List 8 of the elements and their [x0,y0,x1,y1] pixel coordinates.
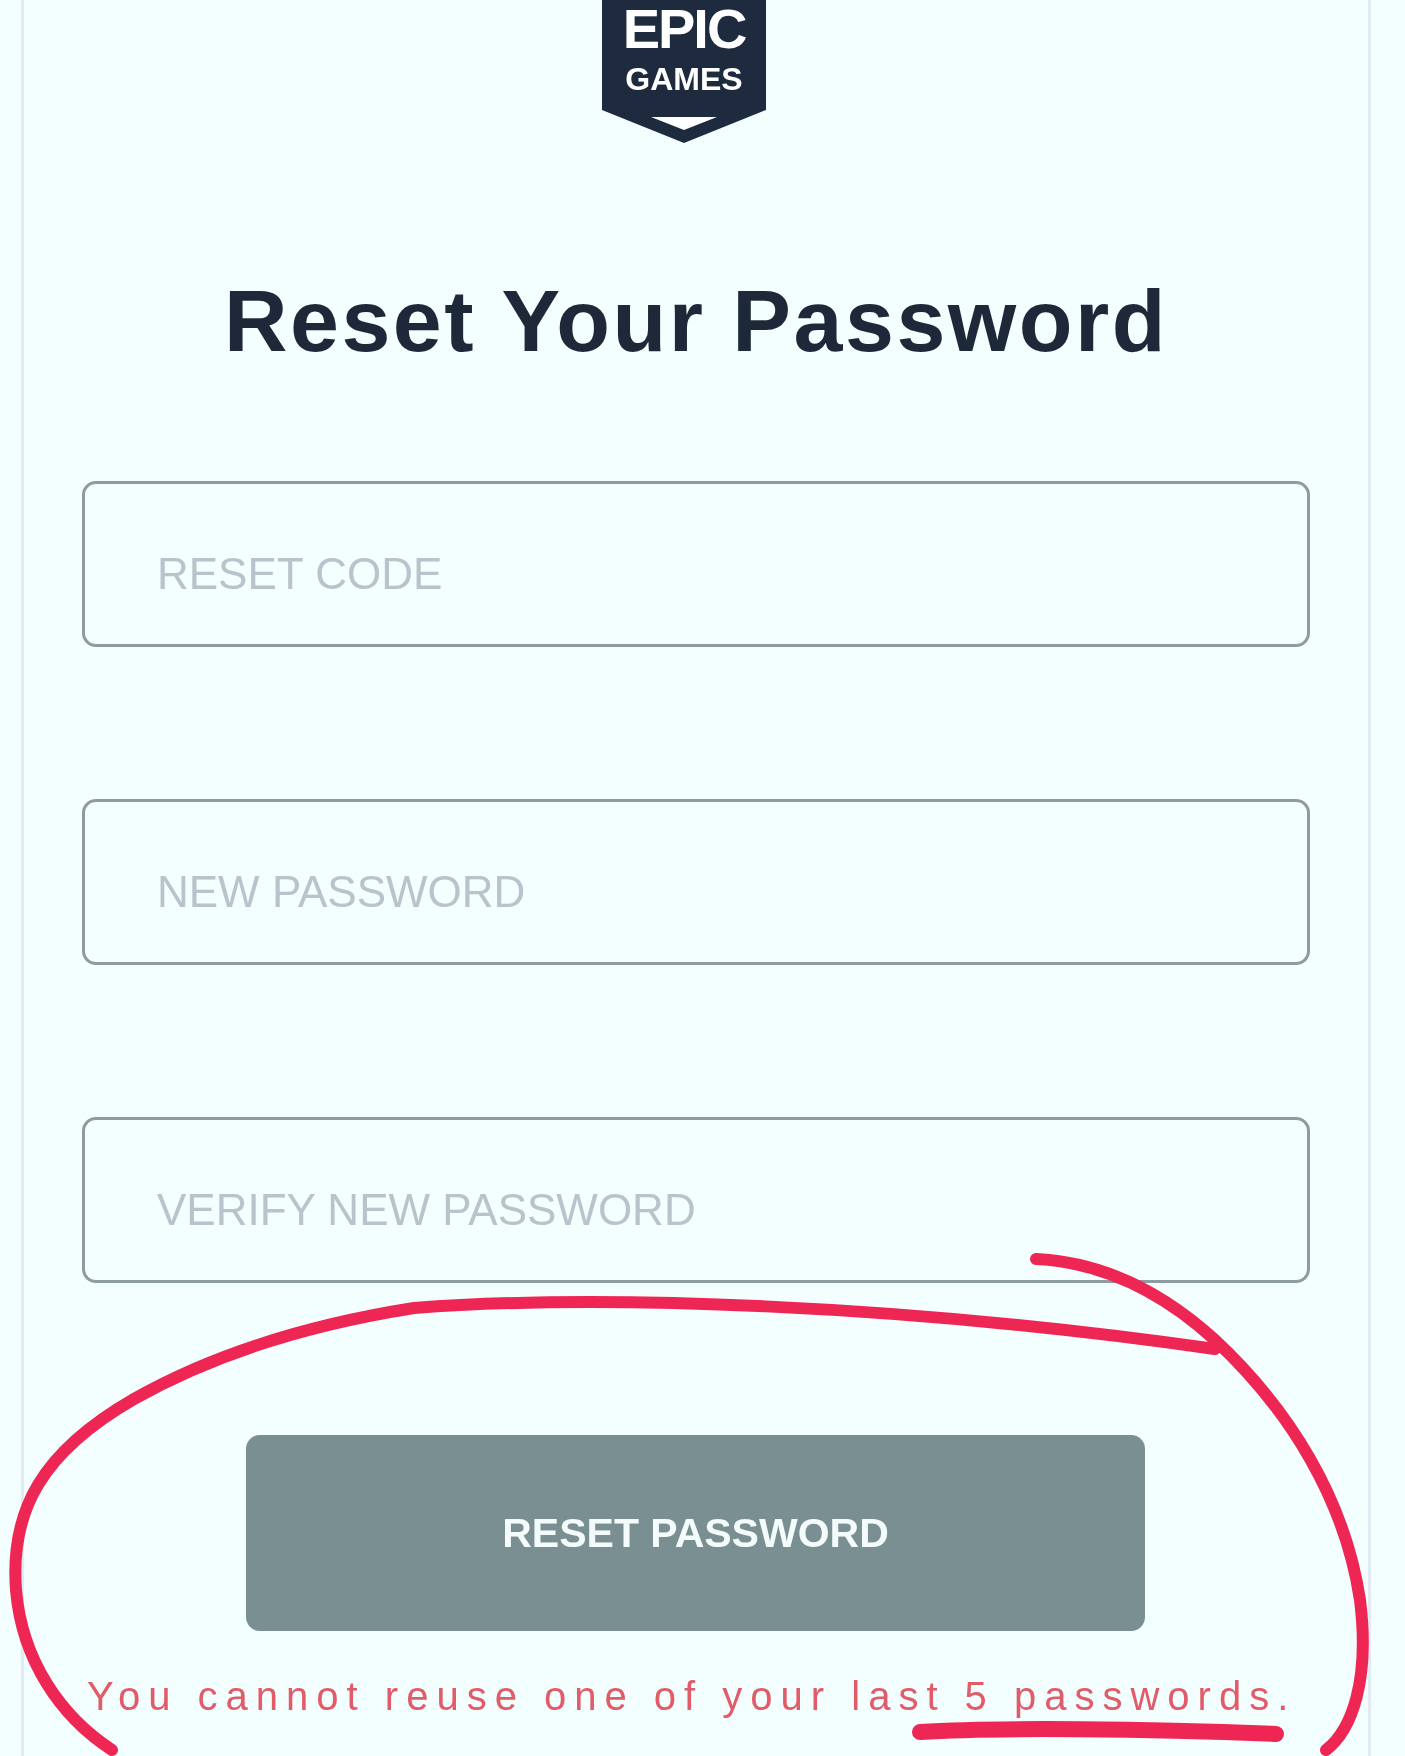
input-field[interactable]: NEW PASSWORD [82,799,1310,965]
triangle-icon [651,117,717,130]
error-message: You cannot reuse one of your last 5 passwords. [87,1673,1297,1720]
logo-wordmark: EPIC [622,0,746,58]
logo-wordmark: GAMES [625,62,743,96]
input-field[interactable]: RESET CODE [82,481,1310,647]
input-field[interactable]: VERIFY NEW PASSWORD [82,1117,1310,1283]
page-title: Reset Your Password [222,270,1170,372]
